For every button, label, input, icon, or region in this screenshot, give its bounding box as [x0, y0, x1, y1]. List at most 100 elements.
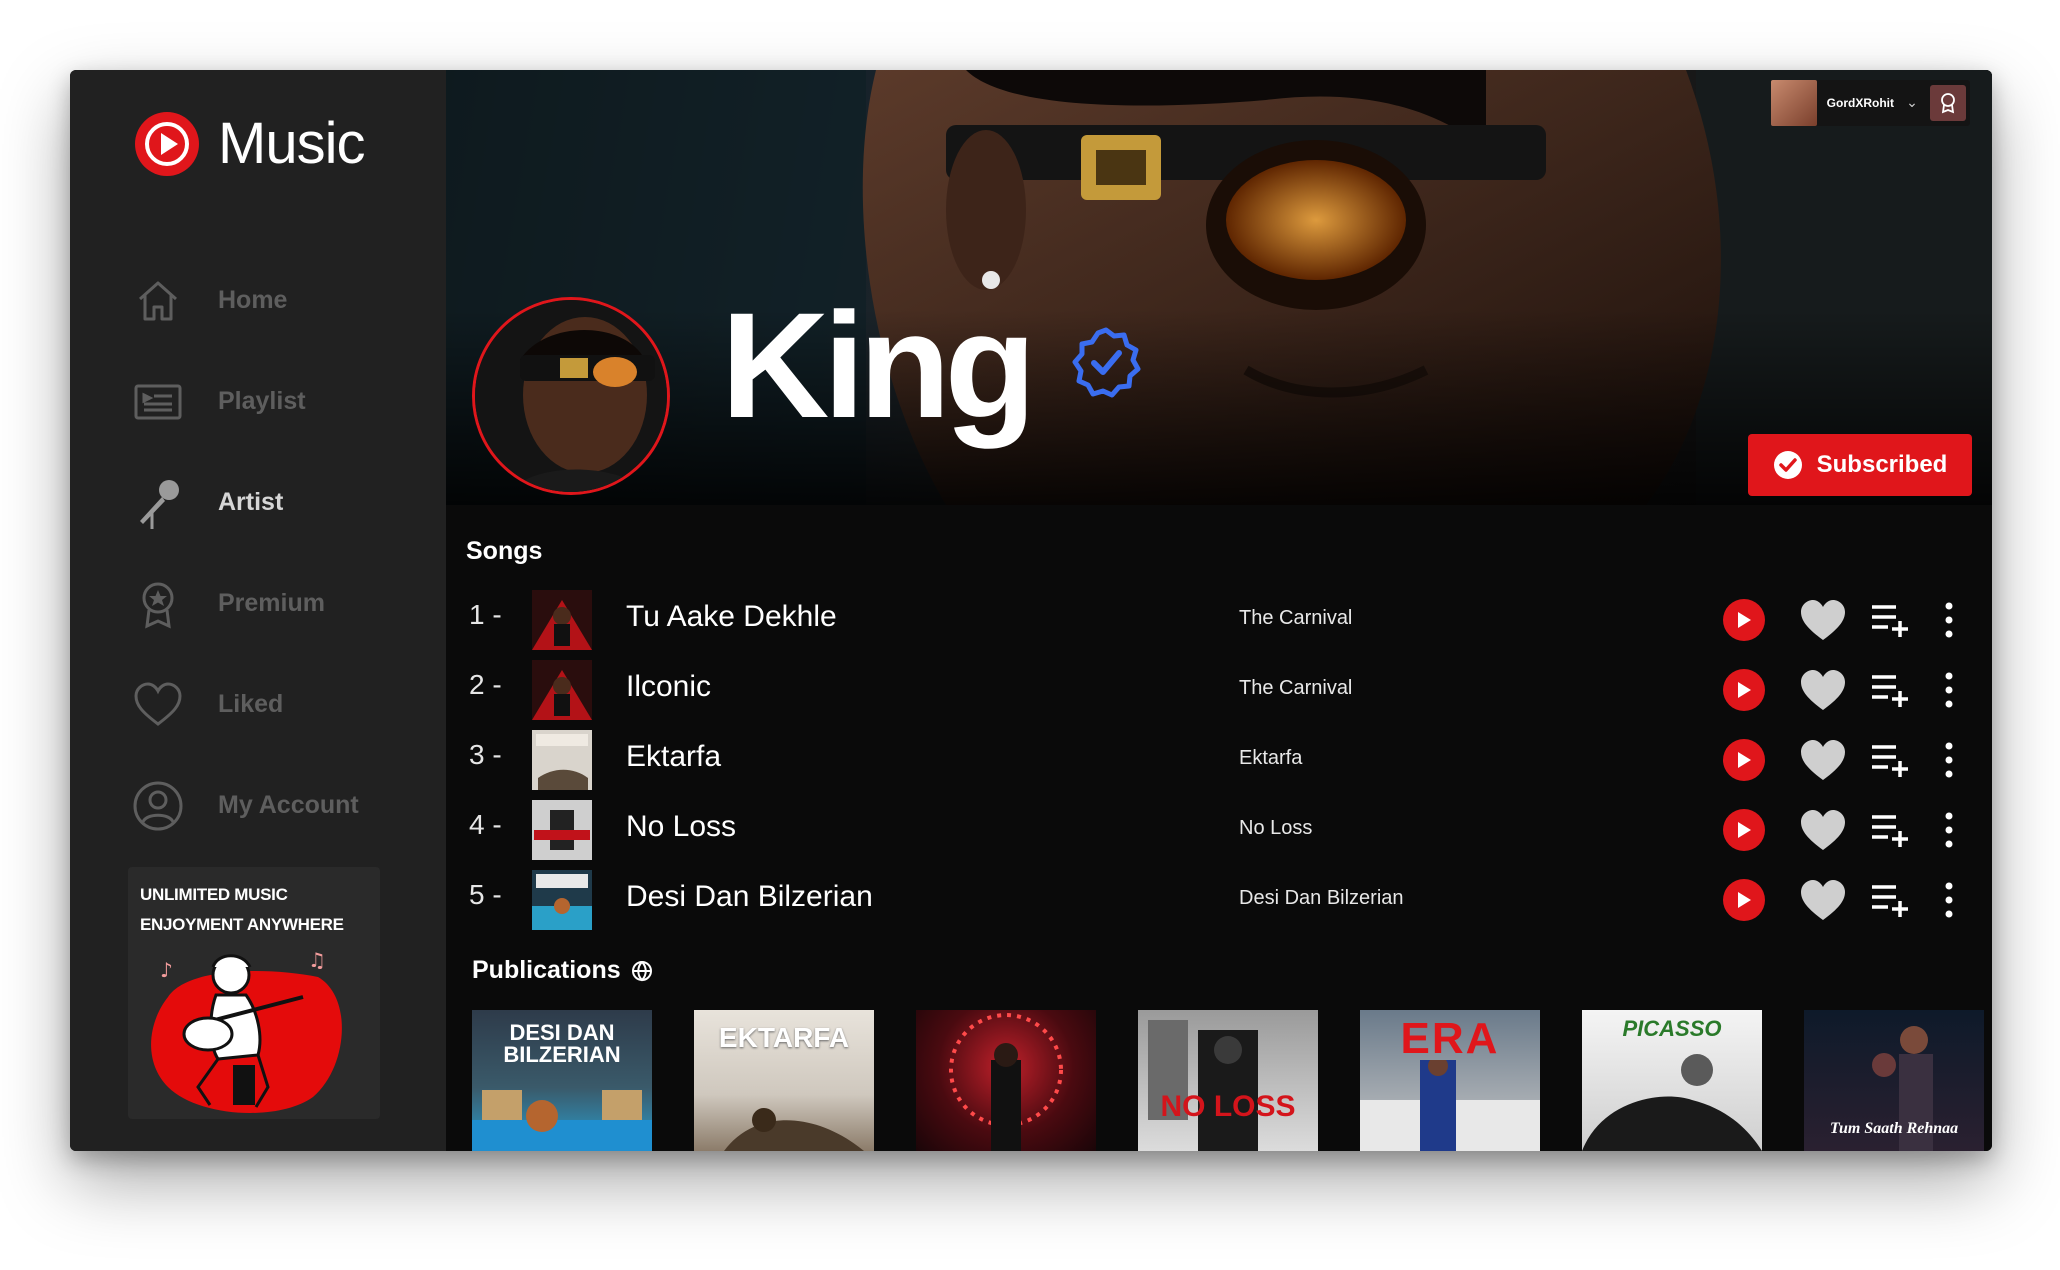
- svg-text:♪: ♪: [160, 958, 173, 982]
- heart-icon[interactable]: [1800, 879, 1846, 921]
- add-to-queue-icon[interactable]: [1870, 811, 1912, 849]
- app-logo[interactable]: Music: [134, 110, 365, 177]
- sidebar-item-playlist[interactable]: Playlist: [132, 351, 432, 452]
- song-album[interactable]: No Loss: [1239, 817, 1312, 840]
- play-icon: [1738, 892, 1751, 908]
- sidebar-item-my-account[interactable]: My Account: [132, 755, 432, 856]
- publication-cover-text: Tum Saath Rehnaa: [1829, 1120, 1959, 1137]
- publication-cover-text: EKTARFA: [718, 1022, 850, 1053]
- song-album[interactable]: Desi Dan Bilzerian: [1239, 887, 1404, 910]
- sidebar-item-home[interactable]: Home: [132, 250, 432, 351]
- sidebar-item-liked[interactable]: Liked: [132, 654, 432, 755]
- promo-line-2: ENJOYMENT ANYWHERE: [140, 915, 344, 934]
- song-title[interactable]: No Loss: [626, 810, 736, 844]
- song-row[interactable]: 1 - Tu Aake Dekhle The Carnival: [446, 585, 1992, 655]
- publications-title: Publications: [472, 956, 621, 984]
- play-button[interactable]: [1723, 599, 1765, 641]
- globe-icon: [631, 960, 652, 981]
- microphone-icon: [140, 479, 179, 529]
- song-cover: [532, 590, 592, 650]
- artist-avatar-image: [475, 300, 667, 492]
- publication-card[interactable]: ERA: [1360, 1010, 1540, 1151]
- song-row[interactable]: 5 - Desi Dan Bilzerian Desi Dan Bilzeria…: [446, 865, 1992, 935]
- play-button[interactable]: [1723, 739, 1765, 781]
- song-cover: [532, 800, 592, 860]
- play-icon: [1738, 682, 1751, 698]
- heart-icon[interactable]: [1800, 599, 1846, 641]
- account-icon: [133, 781, 183, 830]
- subscribe-button[interactable]: Subscribed: [1748, 434, 1972, 496]
- artist-name: King: [721, 281, 1036, 449]
- publication-card[interactable]: PICASSO: [1582, 1010, 1762, 1151]
- more-options-icon[interactable]: [1942, 669, 1956, 711]
- add-to-queue-icon[interactable]: [1870, 881, 1912, 919]
- publication-card[interactable]: [916, 1010, 1096, 1151]
- publication-cover-text: PICASSO: [1622, 1016, 1722, 1041]
- play-icon: [1738, 752, 1751, 768]
- song-album[interactable]: The Carnival: [1239, 677, 1352, 700]
- main-content: King GordXRohit ⌄ Subscribed Songs 1 - T…: [446, 70, 1992, 1151]
- app-window: Music Home Playlist Artist Premium Liked…: [70, 70, 1992, 1151]
- home-icon: [139, 281, 177, 320]
- add-to-queue-icon[interactable]: [1870, 741, 1912, 779]
- user-menu[interactable]: GordXRohit ⌄: [1770, 80, 1970, 126]
- publication-card[interactable]: EKTARFA: [694, 1010, 874, 1151]
- publication-card[interactable]: NO LOSS: [1138, 1010, 1318, 1151]
- sidebar-item-label: My Account: [218, 791, 359, 819]
- music-logo-icon: [135, 111, 199, 176]
- sidebar-item-artist[interactable]: Artist: [132, 452, 432, 553]
- song-album[interactable]: The Carnival: [1239, 607, 1352, 630]
- song-title[interactable]: Tu Aake Dekhle: [626, 600, 837, 634]
- publication-cover-text: DESI DAN BILZERIAN: [503, 1020, 621, 1067]
- promo-text: UNLIMITED MUSIC ENJOYMENT ANYWHERE: [140, 880, 344, 940]
- sidebar-item-label: Playlist: [218, 387, 306, 415]
- sidebar-item-label: Artist: [218, 488, 284, 516]
- add-to-queue-icon[interactable]: [1870, 671, 1912, 709]
- song-number: 3 -: [469, 739, 502, 770]
- play-button[interactable]: [1723, 879, 1765, 921]
- song-row[interactable]: 4 - No Loss No Loss: [446, 795, 1992, 865]
- premium-promo-card[interactable]: UNLIMITED MUSIC ENJOYMENT ANYWHERE ♪ ♫: [128, 867, 380, 1119]
- play-icon: [1738, 822, 1751, 838]
- more-options-icon[interactable]: [1942, 879, 1956, 921]
- song-row[interactable]: 3 - Ektarfa Ektarfa: [446, 725, 1992, 795]
- sidebar-item-label: Home: [218, 286, 288, 314]
- publication-card[interactable]: DESI DAN BILZERIAN: [472, 1010, 652, 1151]
- check-circle-icon: [1773, 451, 1802, 479]
- publications-row: DESI DAN BILZERIAN EKTARFA NO LOSS ERA P…: [472, 1010, 1984, 1151]
- song-title[interactable]: Desi Dan Bilzerian: [626, 880, 873, 914]
- subscribe-label: Subscribed: [1816, 451, 1948, 478]
- heart-icon[interactable]: [1800, 669, 1846, 711]
- songs-list: 1 - Tu Aake Dekhle The Carnival 2 - Ilco…: [446, 585, 1992, 935]
- heart-icon[interactable]: [1800, 809, 1846, 851]
- song-number: 1 -: [469, 599, 502, 630]
- more-options-icon[interactable]: [1942, 809, 1956, 851]
- play-button[interactable]: [1723, 669, 1765, 711]
- song-title[interactable]: Ilconic: [626, 670, 711, 704]
- heart-icon[interactable]: [1800, 739, 1846, 781]
- verified-badge-icon: [1072, 327, 1141, 398]
- play-button[interactable]: [1723, 809, 1765, 851]
- more-options-icon[interactable]: [1942, 739, 1956, 781]
- premium-badge-icon: [142, 582, 174, 628]
- sidebar: Music Home Playlist Artist Premium Liked…: [70, 70, 446, 1151]
- sidebar-nav: Home Playlist Artist Premium Liked My Ac…: [132, 250, 432, 856]
- chevron-down-icon: ⌄: [1906, 95, 1918, 111]
- more-options-icon[interactable]: [1942, 599, 1956, 641]
- user-avatar: [1770, 80, 1817, 126]
- premium-badge-icon[interactable]: [1930, 85, 1966, 121]
- song-number: 4 -: [469, 809, 502, 840]
- song-number: 5 -: [469, 879, 502, 910]
- sidebar-item-label: Premium: [218, 589, 325, 617]
- heart-icon: [134, 681, 182, 726]
- publication-card[interactable]: Tum Saath Rehnaa: [1804, 1010, 1984, 1151]
- song-number: 2 -: [469, 669, 502, 700]
- app-name: Music: [218, 111, 365, 176]
- song-cover: [532, 730, 592, 790]
- add-to-queue-icon[interactable]: [1870, 601, 1912, 639]
- song-album[interactable]: Ektarfa: [1239, 747, 1302, 770]
- song-row[interactable]: 2 - Ilconic The Carnival: [446, 655, 1992, 725]
- svg-text:♫: ♫: [308, 948, 326, 972]
- sidebar-item-premium[interactable]: Premium: [132, 553, 432, 654]
- song-title[interactable]: Ektarfa: [626, 740, 721, 774]
